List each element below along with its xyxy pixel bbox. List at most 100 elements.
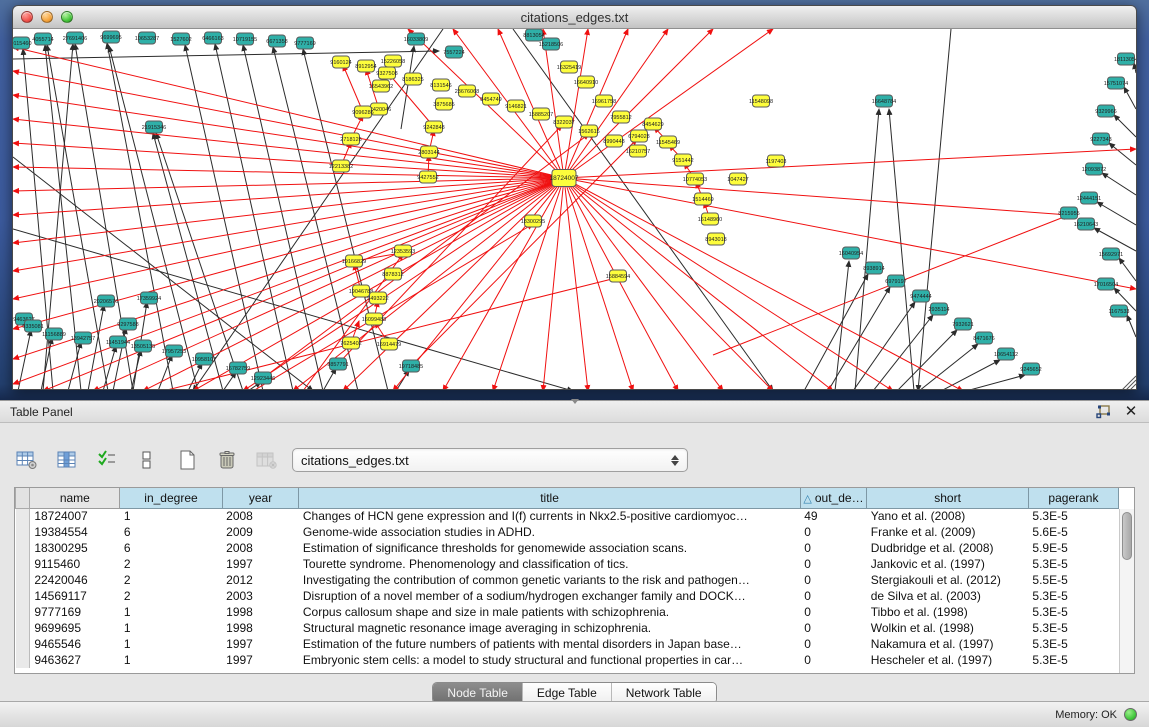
table-cell[interactable]: 1997 xyxy=(222,556,299,572)
graph-node[interactable]: 9245652 xyxy=(1020,363,1041,375)
table-row[interactable]: 2242004622012Investigating the contribut… xyxy=(16,572,1119,588)
graph-node[interactable]: 8454749 xyxy=(480,93,501,105)
graph-node[interactable]: 16961758 xyxy=(592,95,616,107)
table-cell[interactable]: Hescheler et al. (1997) xyxy=(867,652,1029,668)
graph-node[interactable]: 27691406 xyxy=(63,32,87,44)
graph-node[interactable]: 9297588 xyxy=(117,318,138,330)
graph-node[interactable]: 8990448 xyxy=(603,135,624,147)
table-cell[interactable]: Estimation of significance thresholds fo… xyxy=(299,540,800,556)
table-cell[interactable]: 5.5E-5 xyxy=(1028,572,1118,588)
graph-node[interactable]: 1047427 xyxy=(727,173,748,185)
graph-node[interactable]: 8454629 xyxy=(642,118,663,130)
window-titlebar[interactable]: citations_edges.txt xyxy=(13,6,1136,29)
graph-node[interactable]: 9160124 xyxy=(330,56,351,68)
graph-node[interactable]: 12093872 xyxy=(1082,163,1106,175)
table-cell[interactable]: 5.3E-5 xyxy=(1028,556,1118,572)
graph-node[interactable]: 1167533 xyxy=(1108,305,1129,317)
graph-node[interactable]: 2935114 xyxy=(928,303,949,315)
graph-node[interactable]: 9335081 xyxy=(22,320,43,332)
graph-node[interactable]: 23676068 xyxy=(455,85,479,97)
table-cell[interactable]: 0 xyxy=(800,524,867,540)
table-cell[interactable]: Nakamura et al. (1997) xyxy=(867,636,1029,652)
import-table-disabled-icon[interactable] xyxy=(254,447,280,473)
table-row[interactable]: 969969511998Structural magnetic resonanc… xyxy=(16,620,1119,636)
row-gutter-cell[interactable] xyxy=(16,524,30,540)
table-cell[interactable]: Tibbo et al. (1998) xyxy=(867,604,1029,620)
table-cell[interactable]: 18724007 xyxy=(30,508,120,524)
table-cell[interactable]: 1 xyxy=(120,636,222,652)
graph-node[interactable]: 8813054 xyxy=(523,29,544,41)
table-cell[interactable]: 1 xyxy=(120,620,222,636)
graph-node[interactable]: 12353593 xyxy=(391,245,415,257)
graph-node[interactable]: 11156889 xyxy=(42,328,66,340)
tab-network-table[interactable]: Network Table xyxy=(612,683,716,703)
graph-node[interactable]: 8912954 xyxy=(355,60,376,72)
graph-node[interactable]: 20206576 xyxy=(94,295,118,307)
table-cell[interactable]: 0 xyxy=(800,620,867,636)
graph-node[interactable]: 13942757 xyxy=(71,332,95,344)
table-cell[interactable]: Embryonic stem cells: a model to study s… xyxy=(299,652,800,668)
graph-node[interactable]: 11545469 xyxy=(656,136,680,148)
table-row[interactable]: 1830029562008Estimation of significance … xyxy=(16,540,1119,556)
table-cell[interactable]: 2003 xyxy=(222,588,299,604)
table-cell[interactable]: Wolkin et al. (1998) xyxy=(867,620,1029,636)
table-cell[interactable]: 2008 xyxy=(222,508,299,524)
table-cell[interactable]: de Silva et al. (2003) xyxy=(867,588,1029,604)
table-cell[interactable]: 19384554 xyxy=(30,524,120,540)
new-column-icon[interactable] xyxy=(174,447,200,473)
table-cell[interactable]: 5.9E-5 xyxy=(1028,540,1118,556)
table-cell[interactable]: 5.3E-5 xyxy=(1028,588,1118,604)
graph-node[interactable]: 16099488 xyxy=(362,313,386,325)
table-cell[interactable]: 49 xyxy=(800,508,867,524)
graph-node[interactable]: 18113054 xyxy=(1114,53,1136,65)
graph-node[interactable]: 12213382 xyxy=(329,160,353,172)
delete-column-icon[interactable] xyxy=(214,447,240,473)
graph-node[interactable]: 9096286 xyxy=(352,106,373,118)
table-cell[interactable]: 2009 xyxy=(222,524,299,540)
graph-node[interactable]: 7557224 xyxy=(443,46,464,58)
graph-node[interactable]: 9115460 xyxy=(13,37,32,49)
table-cell[interactable]: 5.3E-5 xyxy=(1028,620,1118,636)
table-cell[interactable]: 2 xyxy=(120,572,222,588)
graph-node[interactable]: 16033809 xyxy=(404,33,428,45)
table-cell[interactable]: 1997 xyxy=(222,652,299,668)
table-cell[interactable]: 1 xyxy=(120,652,222,668)
graph-node[interactable]: 9777169 xyxy=(294,37,315,49)
graph-node[interactable]: 16210643 xyxy=(1074,218,1098,230)
citation-network-graph[interactable]: 9115460405571427691406969969510653287152… xyxy=(13,29,1136,390)
row-gutter-cell[interactable] xyxy=(16,508,30,524)
graph-node[interactable]: 9427552 xyxy=(417,171,438,183)
graph-node[interactable]: 16914479 xyxy=(377,338,401,350)
graph-node[interactable]: 1562615 xyxy=(578,125,599,137)
graph-node[interactable]: 4055714 xyxy=(32,33,53,45)
graph-node[interactable]: 7955812 xyxy=(610,111,631,123)
table-cell[interactable]: Genome-wide association studies in ADHD. xyxy=(299,524,800,540)
table-cell[interactable]: 1 xyxy=(120,604,222,620)
table-cell[interactable]: 5.3E-5 xyxy=(1028,652,1118,668)
graph-node[interactable]: 16648784 xyxy=(872,95,896,107)
table-cell[interactable]: 0 xyxy=(800,540,867,556)
table-cell[interactable]: Stergiakouli et al. (2012) xyxy=(867,572,1029,588)
column-header-in-degree[interactable]: in_degree xyxy=(120,488,222,508)
graph-node[interactable]: 15885207 xyxy=(529,108,553,120)
graph-node[interactable]: 2803144 xyxy=(418,146,439,158)
graph-node[interactable]: 8215955 xyxy=(1058,207,1079,219)
graph-node[interactable]: 15218506 xyxy=(539,38,563,50)
graph-node[interactable]: 8322037 xyxy=(553,116,574,128)
table-cell[interactable]: Jankovic et al. (1997) xyxy=(867,556,1029,572)
tab-edge-table[interactable]: Edge Table xyxy=(523,683,612,703)
table-row[interactable]: 1938455462009Genome-wide association stu… xyxy=(16,524,1119,540)
graph-node[interactable]: 16148960 xyxy=(698,213,722,225)
graph-node[interactable]: 8938914 xyxy=(863,262,884,274)
table-row[interactable]: 946554611997Estimation of the future num… xyxy=(16,636,1119,652)
table-cell[interactable]: 5.3E-5 xyxy=(1028,604,1118,620)
table-cell[interactable]: Structural magnetic resonance image aver… xyxy=(299,620,800,636)
graph-node[interactable]: 19718485 xyxy=(399,360,423,372)
graph-node[interactable]: 16325419 xyxy=(557,61,581,73)
table-cell[interactable]: Estimation of the future numbers of pati… xyxy=(299,636,800,652)
table-cell[interactable]: 2 xyxy=(120,588,222,604)
table-cell[interactable]: 6 xyxy=(120,524,222,540)
graph-node[interactable]: 9699695 xyxy=(100,31,121,43)
graph-node[interactable]: 17957253 xyxy=(162,345,186,357)
row-gutter-cell[interactable] xyxy=(16,604,30,620)
